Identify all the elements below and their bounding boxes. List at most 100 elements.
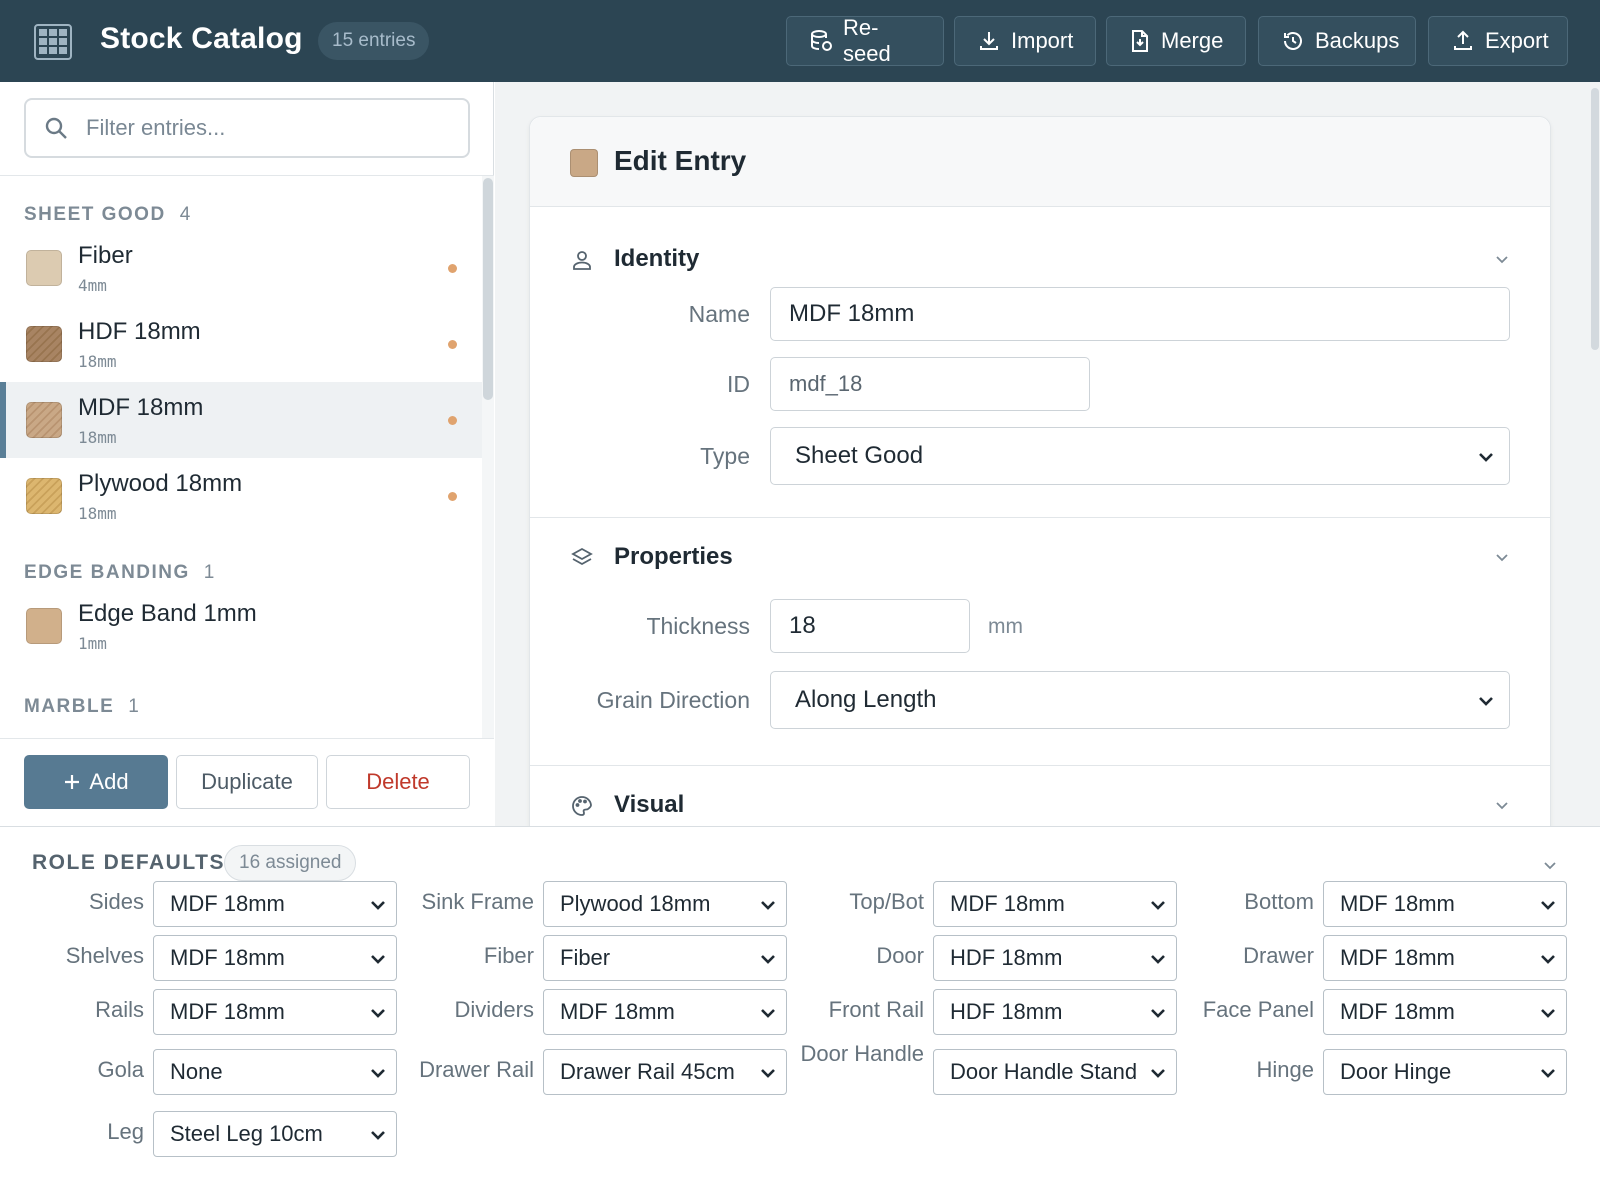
- role-label-sides: Sides: [88, 889, 144, 914]
- duplicate-button[interactable]: Duplicate: [176, 755, 318, 809]
- chevron-down-icon: [1151, 901, 1165, 910]
- role-label-bottom: Bottom: [1244, 889, 1314, 914]
- entry-list[interactable]: SHEET GOOD 4 Fiber 4mm HDF 18mm 18mm MDF …: [0, 176, 482, 738]
- user-icon: [573, 251, 591, 270]
- layers-icon: [571, 547, 593, 566]
- role-select-drawer[interactable]: MDF 18mm: [1323, 935, 1567, 981]
- delete-label: Delete: [366, 769, 430, 794]
- thickness-input[interactable]: [770, 599, 970, 653]
- id-label: ID: [727, 371, 750, 397]
- item-name: Edge Band 1mm: [78, 600, 257, 627]
- material-swatch: [26, 478, 62, 514]
- role-select-door-handle[interactable]: Door Handle Stand: [933, 1049, 1177, 1095]
- name-input[interactable]: [770, 287, 1510, 341]
- identity-title: Identity: [614, 245, 700, 272]
- type-select[interactable]: Sheet Good: [770, 427, 1510, 485]
- role-label-door: Door: [876, 943, 924, 968]
- item-thickness: 18mm: [78, 428, 117, 447]
- role-value: HDF 18mm: [950, 999, 1063, 1024]
- role-select-shelves[interactable]: MDF 18mm: [153, 935, 397, 981]
- group-count: 4: [179, 204, 191, 225]
- reseed-label: Re-seed: [843, 15, 891, 66]
- role-select-sides[interactable]: MDF 18mm: [153, 881, 397, 927]
- export-label: Export: [1485, 28, 1549, 53]
- role-select-bottom[interactable]: MDF 18mm: [1323, 881, 1567, 927]
- role-label-drawer: Drawer: [1243, 943, 1314, 968]
- merge-button[interactable]: Merge: [1106, 16, 1246, 66]
- history-icon: [1284, 32, 1302, 50]
- grain-direction-select[interactable]: Along Length: [770, 671, 1510, 729]
- role-value: None: [170, 1059, 223, 1084]
- role-select-sink-frame[interactable]: Plywood 18mm: [543, 881, 787, 927]
- role-select-hinge[interactable]: Door Hinge: [1323, 1049, 1567, 1095]
- chevron-down-icon: [761, 1009, 775, 1018]
- backups-label: Backups: [1315, 28, 1400, 53]
- role-select-gola[interactable]: None: [153, 1049, 397, 1095]
- group-header-edge-banding: EDGE BANDING 1: [24, 562, 214, 584]
- chevron-down-icon[interactable]: [1542, 857, 1558, 873]
- list-item[interactable]: HDF 18mm 18mm: [0, 306, 482, 382]
- list-item[interactable]: Fiber 4mm: [0, 230, 482, 306]
- editor-scrollbar-thumb[interactable]: [1591, 88, 1599, 350]
- chevron-down-icon: [1541, 901, 1555, 910]
- sidebar-actions: Add Duplicate Delete: [0, 738, 494, 826]
- delete-button[interactable]: Delete: [326, 755, 470, 809]
- role-label-drawer-rail: Drawer Rail: [419, 1057, 534, 1082]
- entry-count-badge: 15 entries: [318, 22, 430, 60]
- thickness-unit: mm: [988, 615, 1023, 638]
- backups-button[interactable]: Backups: [1258, 16, 1416, 66]
- add-button[interactable]: Add: [24, 755, 168, 809]
- role-value: Door Handle Stand: [950, 1059, 1138, 1084]
- filter-input[interactable]: [86, 110, 446, 146]
- role-label-leg: Leg: [107, 1119, 144, 1144]
- edit-entry-card: Edit Entry Identity Name ID Type Sheet G…: [529, 116, 1551, 826]
- role-label-dividers: Dividers: [454, 997, 534, 1022]
- export-button[interactable]: Export: [1428, 16, 1568, 66]
- chevron-down-icon: [1496, 802, 1508, 810]
- id-input[interactable]: [770, 357, 1090, 411]
- role-label-front-rail: Front Rail: [828, 997, 924, 1022]
- properties-section-header[interactable]: Properties: [570, 541, 1510, 575]
- scrollbar-thumb[interactable]: [483, 178, 493, 400]
- chevron-down-icon: [1479, 697, 1493, 706]
- role-select-door[interactable]: HDF 18mm: [933, 935, 1177, 981]
- visual-section-header[interactable]: Visual: [570, 789, 1510, 823]
- reseed-button[interactable]: Re-seed: [786, 15, 944, 66]
- role-select-fiber[interactable]: Fiber: [543, 935, 787, 981]
- chevron-down-icon: [1151, 1069, 1165, 1078]
- chevron-down-icon: [371, 1131, 385, 1140]
- role-select-face-panel[interactable]: MDF 18mm: [1323, 989, 1567, 1035]
- chevron-down-icon: [1151, 1009, 1165, 1018]
- role-value: MDF 18mm: [170, 945, 285, 970]
- editor-scrollbar[interactable]: [1590, 82, 1600, 826]
- role-label-door-handle: Door Handle: [800, 1041, 924, 1066]
- top-bar: Stock Catalog 15 entries Re-seed Import …: [0, 0, 1600, 82]
- entry-sidebar: SHEET GOOD 4 Fiber 4mm HDF 18mm 18mm MDF …: [0, 82, 494, 826]
- import-label: Import: [1011, 28, 1074, 53]
- card-title: Edit Entry: [614, 145, 747, 176]
- file-merge-icon: [1132, 30, 1148, 52]
- identity-section-header[interactable]: Identity: [570, 243, 1510, 277]
- assigned-count-badge: 16 assigned: [224, 845, 357, 881]
- material-swatch: [26, 608, 62, 644]
- role-select-rails[interactable]: MDF 18mm: [153, 989, 397, 1035]
- role-select-top-bot[interactable]: MDF 18mm: [933, 881, 1177, 927]
- chevron-down-icon: [1541, 955, 1555, 964]
- group-header-marble: MARBLE 1: [24, 696, 139, 718]
- role-select-dividers[interactable]: MDF 18mm: [543, 989, 787, 1035]
- role-select-leg[interactable]: Steel Leg 10cm: [153, 1111, 397, 1157]
- database-refresh-icon: [811, 30, 832, 51]
- role-value: MDF 18mm: [170, 999, 285, 1024]
- role-value: Drawer Rail 45cm: [560, 1059, 735, 1084]
- role-select-drawer-rail[interactable]: Drawer Rail 45cm: [543, 1049, 787, 1095]
- chevron-down-icon: [1541, 1069, 1555, 1078]
- list-item[interactable]: Plywood 18mm 18mm: [0, 458, 482, 534]
- status-dot: [448, 340, 457, 349]
- list-item[interactable]: Edge Band 1mm 1mm: [0, 588, 482, 664]
- list-item-selected[interactable]: MDF 18mm 18mm: [0, 382, 482, 458]
- section-divider: [530, 517, 1550, 518]
- role-select-front-rail[interactable]: HDF 18mm: [933, 989, 1177, 1035]
- import-button[interactable]: Import: [954, 16, 1096, 66]
- filter-box: [24, 98, 470, 158]
- material-swatch: [26, 250, 62, 286]
